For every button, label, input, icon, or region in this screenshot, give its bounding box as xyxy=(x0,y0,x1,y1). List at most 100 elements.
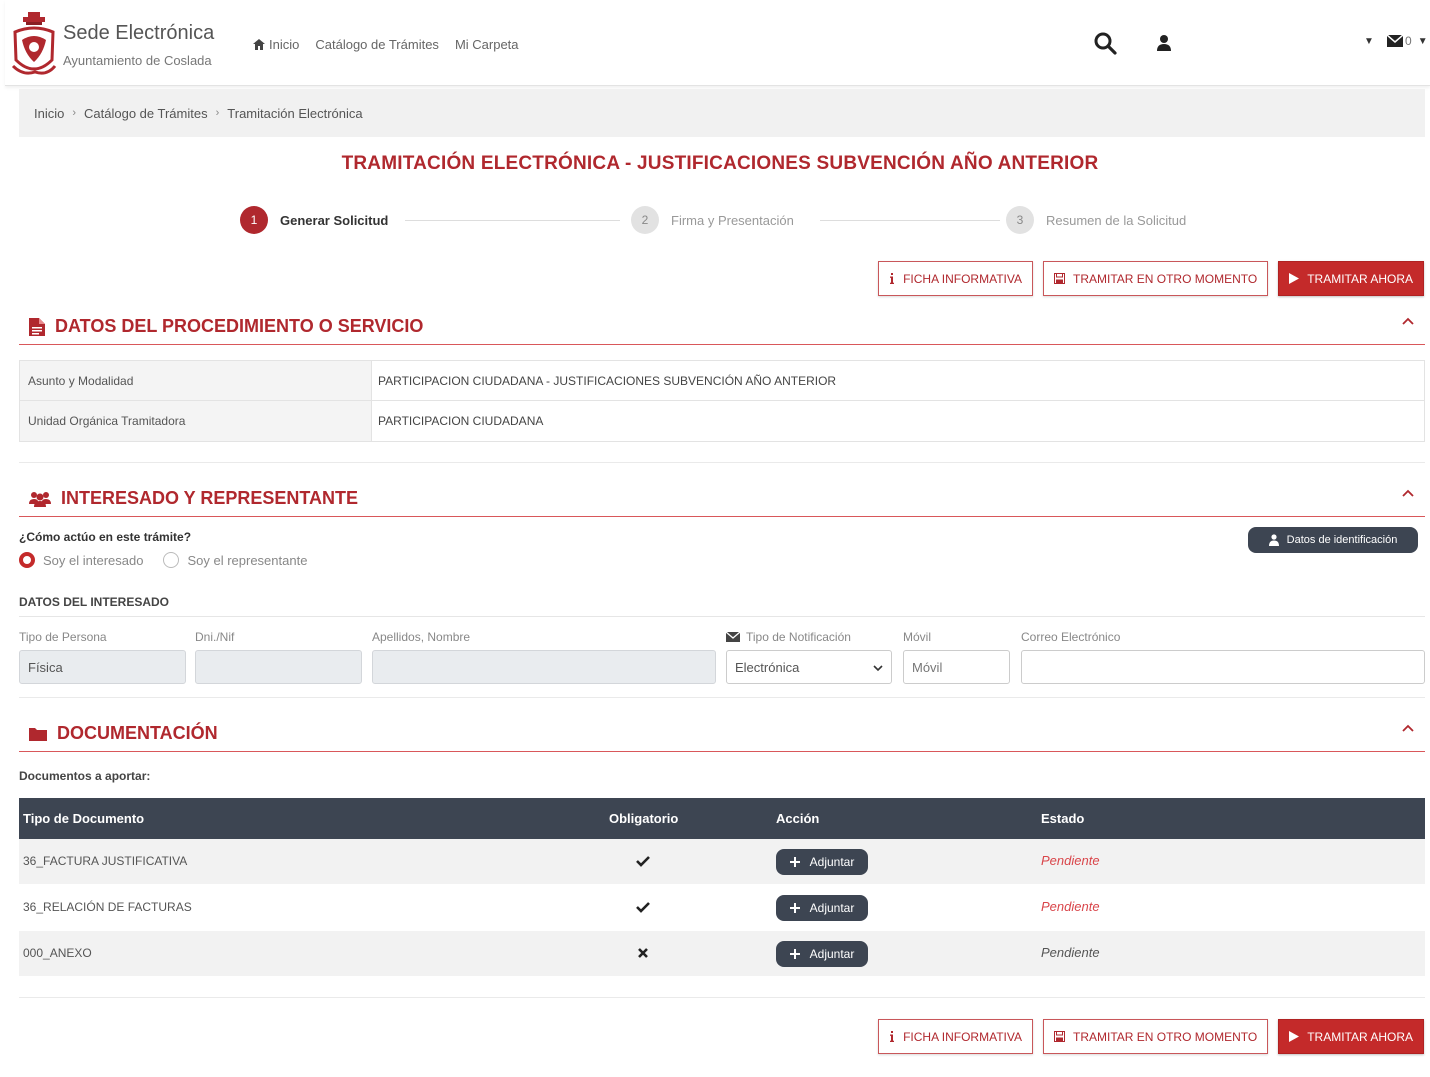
tramitar-ahora-button[interactable]: TRAMITAR AHORA xyxy=(1278,261,1424,296)
movil-label: Móvil xyxy=(903,630,932,644)
dni-field[interactable] xyxy=(195,650,362,684)
user-icon xyxy=(1268,534,1279,546)
step-2-number: 2 xyxy=(631,206,659,234)
column-header-accion: Acción xyxy=(776,811,820,826)
step-3: 3 Resumen de la Solicitud xyxy=(1006,206,1186,234)
section-divider xyxy=(19,697,1425,698)
search-icon[interactable] xyxy=(1093,31,1117,55)
info-key: Asunto y Modalidad xyxy=(20,361,372,400)
user-menu-caret-icon[interactable]: ▼ xyxy=(1364,36,1374,47)
datos-identificacion-label: Datos de identificación xyxy=(1286,534,1398,546)
radio-soy-interesado[interactable]: Soy el interesado xyxy=(19,552,143,568)
breadcrumb-separator-icon: › xyxy=(72,107,77,119)
mail-caret-icon: ▼ xyxy=(1417,35,1428,47)
doc-estado: Pendiente xyxy=(1041,853,1100,868)
section-divider xyxy=(19,997,1425,998)
user-icon[interactable] xyxy=(1155,33,1173,53)
radio-dot[interactable] xyxy=(163,552,180,568)
plus-icon xyxy=(789,949,800,959)
ficha-informativa-button[interactable]: FICHA INFORMATIVA xyxy=(878,261,1033,296)
table-row: Unidad Orgánica Tramitadora PARTICIPACIO… xyxy=(20,401,1424,441)
column-header-obligatorio: Obligatorio xyxy=(609,811,679,826)
adjuntar-label: Adjuntar xyxy=(809,855,855,869)
role-question: ¿Cómo actúo en este trámite? xyxy=(19,530,192,544)
table-row: Asunto y Modalidad PARTICIPACION CIUDADA… xyxy=(20,361,1424,401)
doc-estado: Pendiente xyxy=(1041,945,1100,960)
info-value: PARTICIPACION CIUDADANA xyxy=(378,414,544,428)
step-1-label: Generar Solicitud xyxy=(280,212,389,228)
step-2-label: Firma y Presentación xyxy=(671,212,794,228)
mail-menu[interactable]: 0 ▼ xyxy=(1387,34,1428,48)
section-datos-procedimiento-header[interactable]: DATOS DEL PROCEDIMIENTO O SERVICIO xyxy=(19,309,1425,345)
radio-dot[interactable] xyxy=(19,552,35,568)
dni-label: Dni./Nif xyxy=(195,630,235,644)
adjuntar-label: Adjuntar xyxy=(809,901,855,915)
check-icon xyxy=(636,856,650,867)
ficha-informativa-label: FICHA INFORMATIVA xyxy=(903,1029,1022,1044)
chevron-up-icon[interactable] xyxy=(1401,315,1415,329)
step-3-label: Resumen de la Solicitud xyxy=(1046,212,1187,228)
chevron-up-icon[interactable] xyxy=(1401,487,1415,501)
movil-field[interactable] xyxy=(903,650,1010,684)
brand-title[interactable]: Sede Electrónica xyxy=(63,22,214,45)
progress-stepper: 1 Generar Solicitud 2 Firma y Presentaci… xyxy=(240,206,1210,236)
play-icon xyxy=(1289,1031,1300,1042)
breadcrumb-inicio[interactable]: Inicio xyxy=(34,106,64,121)
apellidos-field[interactable] xyxy=(372,650,716,684)
info-key: Unidad Orgánica Tramitadora xyxy=(20,401,372,441)
step-connector xyxy=(405,220,620,221)
doc-tipo: 36_RELACIÓN DE FACTURAS xyxy=(23,900,192,914)
adjuntar-button[interactable]: Adjuntar xyxy=(776,941,868,967)
table-row: 36_RELACIÓN DE FACTURAS Adjuntar Pendien… xyxy=(19,885,1425,931)
brand-subtitle: Ayuntamiento de Coslada xyxy=(63,53,212,68)
info-icon xyxy=(890,1031,895,1042)
doc-tipo: 000_ANEXO xyxy=(23,946,92,960)
chevron-up-icon[interactable] xyxy=(1401,722,1415,736)
column-header-estado: Estado xyxy=(1041,811,1085,826)
datos-identificacion-button[interactable]: Datos de identificación xyxy=(1248,527,1418,553)
tramitar-ahora-label: TRAMITAR AHORA xyxy=(1307,271,1413,286)
procedure-info-table: Asunto y Modalidad PARTICIPACION CIUDADA… xyxy=(19,360,1425,442)
plus-icon xyxy=(789,903,800,913)
tramitar-otro-momento-button[interactable]: TRAMITAR EN OTRO MOMENTO xyxy=(1042,261,1269,296)
table-row: 36_FACTURA JUSTIFICATIVA Adjuntar Pendie… xyxy=(19,839,1425,885)
adjuntar-label: Adjuntar xyxy=(809,947,855,961)
movil-input[interactable] xyxy=(912,651,1009,683)
radio-soy-representante[interactable]: Soy el representante xyxy=(163,552,307,568)
tramitar-otro-momento-button[interactable]: TRAMITAR EN OTRO MOMENTO xyxy=(1042,1019,1269,1054)
correo-label: Correo Electrónico xyxy=(1021,630,1121,644)
tipo-persona-field[interactable]: Física xyxy=(19,650,186,684)
coslada-coat-of-arms-logo[interactable] xyxy=(9,10,59,80)
datos-interesado-heading: DATOS DEL INTERESADO xyxy=(19,595,170,609)
save-icon xyxy=(1053,273,1065,284)
nav-catalogo[interactable]: Catálogo de Trámites xyxy=(315,37,439,52)
ficha-informativa-button[interactable]: FICHA INFORMATIVA xyxy=(878,1019,1033,1054)
tipo-notificacion-label-group: Tipo de Notificación xyxy=(726,630,851,644)
tipo-notificacion-value: Electrónica xyxy=(735,659,800,675)
tramitar-otro-momento-label: TRAMITAR EN OTRO MOMENTO xyxy=(1072,1029,1258,1044)
tipo-notificacion-select[interactable]: Electrónica xyxy=(726,650,892,684)
table-header: Tipo de Documento Obligatorio Acción Est… xyxy=(19,798,1425,839)
breadcrumb-catalogo[interactable]: Catálogo de Trámites xyxy=(84,106,208,121)
tipo-persona-value: Física xyxy=(28,659,63,675)
info-icon xyxy=(890,273,895,284)
correo-field[interactable] xyxy=(1021,650,1425,684)
check-icon xyxy=(636,902,650,913)
envelope-icon xyxy=(1387,35,1403,47)
breadcrumb-current: Tramitación Electrónica xyxy=(227,105,363,121)
home-icon xyxy=(253,39,265,50)
role-radio-group: Soy el interesado Soy el representante xyxy=(19,552,307,568)
nav-inicio[interactable]: Inicio xyxy=(253,37,299,52)
users-icon xyxy=(29,491,51,507)
adjuntar-button[interactable]: Adjuntar xyxy=(776,895,868,921)
apellidos-label: Apellidos, Nombre xyxy=(372,630,471,644)
play-icon xyxy=(1289,273,1300,284)
tramitar-ahora-button[interactable]: TRAMITAR AHORA xyxy=(1278,1019,1424,1054)
adjuntar-button[interactable]: Adjuntar xyxy=(776,849,868,875)
nav-mi-carpeta[interactable]: Mi Carpeta xyxy=(455,37,519,52)
step-3-number: 3 xyxy=(1006,206,1034,234)
cross-icon xyxy=(638,948,648,958)
section-documentacion-header[interactable]: DOCUMENTACIÓN xyxy=(19,716,1425,752)
section-interesado-header[interactable]: INTERESADO Y REPRESENTANTE xyxy=(19,481,1425,517)
radio-soy-interesado-label: Soy el interesado xyxy=(43,552,144,568)
